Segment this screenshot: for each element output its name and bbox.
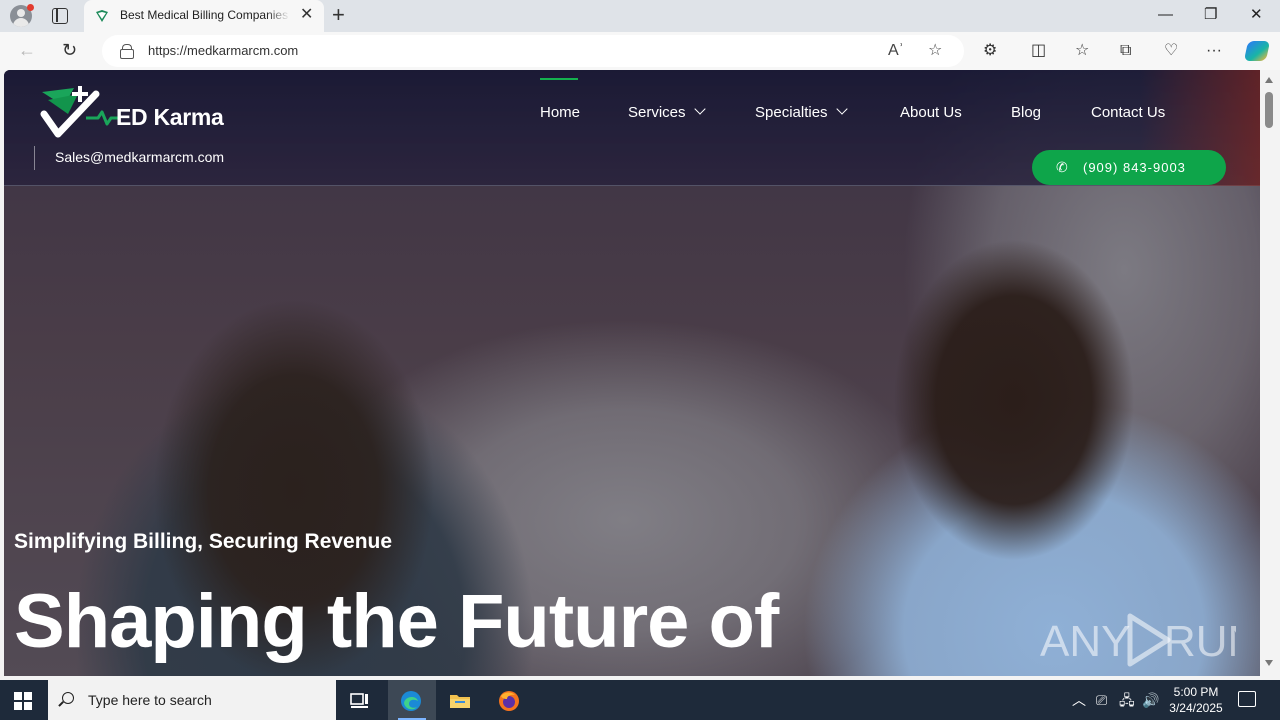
taskbar-search-placeholder: Type here to search: [88, 692, 212, 708]
read-aloud-icon[interactable]: Aʾ: [888, 42, 904, 60]
nav-specialties-label: Specialties: [755, 104, 828, 121]
hero-tagline: Simplifying Billing, Securing Revenue: [14, 530, 393, 553]
windows-taskbar: Type here to search ︿ ⎚ 🖧 🔊 5:00 PM 3/24…: [0, 680, 1280, 720]
tab-title: Best Medical Billing Companies in: [120, 8, 290, 22]
favorite-star-icon[interactable]: ☆: [928, 42, 942, 60]
nav-about[interactable]: About Us: [900, 104, 962, 121]
restore-button[interactable]: ❐: [1204, 6, 1217, 24]
scroll-up-icon[interactable]: [1265, 77, 1273, 83]
tray-chevron-up-icon[interactable]: ︿: [1072, 691, 1086, 709]
clock-time: 5:00 PM: [1173, 685, 1219, 699]
clock-date: 3/24/2025: [1169, 701, 1223, 715]
profile-notification-badge: [27, 4, 34, 11]
anyrun-watermark: ANY RUN: [1040, 613, 1236, 667]
more-menu-icon[interactable]: ···: [1206, 42, 1222, 60]
tray-meet-icon[interactable]: ⎚: [1096, 691, 1107, 709]
email-divider: [34, 146, 35, 170]
chevron-down-icon: [693, 103, 706, 115]
minimize-button[interactable]: —: [1158, 6, 1173, 24]
firefox-icon[interactable]: [498, 690, 520, 712]
contact-email-link[interactable]: Sales@medkarmarcm.com: [55, 149, 224, 165]
extensions-icon[interactable]: ⚙: [983, 42, 997, 60]
phone-number: (909) 843-9003: [1083, 160, 1186, 175]
close-window-button[interactable]: ✕: [1250, 6, 1263, 24]
edge-browser-icon[interactable]: [400, 690, 422, 712]
back-button[interactable]: ←: [18, 40, 36, 60]
nav-services-label: Services: [628, 104, 686, 121]
file-explorer-icon[interactable]: [449, 690, 471, 712]
active-tab[interactable]: Best Medical Billing Companies in ✕: [84, 0, 324, 32]
volume-icon[interactable]: 🔊: [1142, 691, 1159, 709]
task-view-icon[interactable]: [349, 690, 371, 712]
nav-home[interactable]: Home: [540, 104, 580, 121]
watermark-run: RUN: [1164, 617, 1236, 666]
collections-icon[interactable]: ⧉: [1120, 42, 1131, 60]
scroll-thumb[interactable]: [1265, 92, 1273, 128]
browser-essentials-icon[interactable]: ♡: [1164, 42, 1178, 60]
windows-start-icon[interactable]: [14, 692, 32, 710]
nav-specialties[interactable]: Specialties: [755, 103, 848, 121]
phone-call-button[interactable]: ✆ (909) 843-9003: [1032, 150, 1226, 185]
page-scrollbar[interactable]: [1260, 70, 1280, 676]
tab-actions-icon[interactable]: [52, 8, 68, 24]
tab-close-icon[interactable]: ✕: [300, 7, 313, 23]
tab-strip: Best Medical Billing Companies in ✕ + — …: [0, 0, 1280, 32]
nav-services[interactable]: Services: [628, 103, 706, 121]
favorites-icon[interactable]: ☆: [1075, 42, 1089, 60]
site-favicon-icon: [96, 10, 108, 22]
address-bar[interactable]: https://medkarmarcm.com Aʾ ☆: [102, 35, 964, 67]
taskbar-clock[interactable]: 5:00 PM 3/24/2025: [1160, 684, 1232, 716]
scroll-down-icon[interactable]: [1265, 660, 1273, 666]
nav-blog[interactable]: Blog: [1011, 104, 1041, 121]
logo-text: ED Karma: [116, 104, 224, 130]
hero-headline: Shaping the Future of: [14, 579, 779, 664]
nav-contact[interactable]: Contact Us: [1091, 104, 1165, 121]
reload-button[interactable]: ↻: [62, 40, 77, 60]
chevron-down-icon: [835, 103, 848, 115]
lock-icon[interactable]: [120, 44, 134, 59]
page-viewport: ED Karma Sales@medkarmarcm.com Home Serv…: [4, 70, 1260, 676]
search-icon: [62, 692, 74, 704]
address-url[interactable]: https://medkarmarcm.com: [148, 43, 298, 58]
split-screen-icon[interactable]: ◫: [1031, 42, 1046, 60]
taskbar-search-box[interactable]: Type here to search: [48, 680, 336, 720]
watermark-any: ANY: [1040, 617, 1130, 666]
notifications-icon[interactable]: [1238, 691, 1256, 707]
new-tab-button[interactable]: +: [332, 4, 345, 26]
network-icon[interactable]: 🖧: [1119, 691, 1135, 709]
phone-icon: ✆: [1056, 159, 1069, 175]
nav-active-indicator: [540, 78, 578, 80]
